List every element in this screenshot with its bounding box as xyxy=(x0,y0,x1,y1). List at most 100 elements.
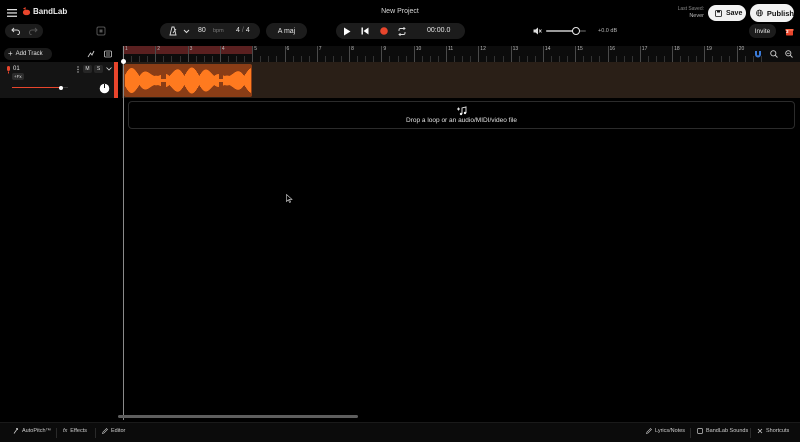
waveform-bar xyxy=(187,70,188,91)
notification-count: 3 xyxy=(786,29,789,34)
plus-icon: + xyxy=(8,49,13,58)
master-volume-handle[interactable] xyxy=(572,27,580,35)
drop-zone[interactable]: Drop a loop or an audio/MIDI/video file xyxy=(128,101,795,129)
record-icon xyxy=(380,27,388,35)
loop-icon[interactable] xyxy=(396,25,408,37)
waveform-bar xyxy=(210,72,211,89)
time-signature-separator: / xyxy=(241,27,244,34)
automation-icon[interactable] xyxy=(85,48,97,60)
waveform-bar xyxy=(171,73,172,88)
waveform-bar xyxy=(181,71,182,90)
timeline-ruler[interactable]: 1 2 3 4 5 6 7 8 9 10 11 12 13 14 15 16 17 18 19 20 xyxy=(122,46,800,62)
waveform-bar xyxy=(225,75,226,86)
speaker-mute-icon[interactable] xyxy=(531,25,543,37)
brand-logo[interactable]: BandLab xyxy=(22,7,67,16)
notifications-button[interactable]: 3 xyxy=(782,24,796,38)
track-more-icon[interactable] xyxy=(75,65,81,74)
ruler-bar-tick xyxy=(510,46,512,62)
time-display[interactable]: 00:00.0 xyxy=(427,27,450,34)
autopitch-button[interactable]: AutoPitch™ xyxy=(13,428,51,434)
waveform-bar xyxy=(220,79,221,82)
save-button[interactable]: Save xyxy=(708,5,746,21)
waveform-bar xyxy=(231,74,232,87)
add-music-note-icon xyxy=(457,106,467,116)
shortcuts-label: Shortcuts xyxy=(766,428,790,434)
magnet-snap-icon[interactable] xyxy=(753,49,763,59)
track-expand-chevron-icon[interactable] xyxy=(105,65,113,73)
waveform-bar xyxy=(166,74,167,87)
ruler-bar-label: 6 xyxy=(286,46,290,52)
audio-region[interactable] xyxy=(124,64,252,97)
track-settings-icon[interactable] xyxy=(102,48,114,60)
zoom-in-icon[interactable] xyxy=(769,49,779,59)
effects-button[interactable]: fx Effects xyxy=(63,428,87,434)
ruler-bar-label: 8 xyxy=(351,46,354,52)
waveform-bar xyxy=(183,74,184,87)
bottom-bar: AutoPitch™ fx Effects Editor Lyrics/Note… xyxy=(0,422,800,442)
track-volume-handle[interactable] xyxy=(59,85,64,90)
pan-knob[interactable] xyxy=(98,82,110,94)
save-icon xyxy=(715,9,722,17)
waveform-bar xyxy=(215,75,216,86)
chevron-down-icon[interactable] xyxy=(181,25,191,37)
divider xyxy=(750,428,751,438)
record-button[interactable] xyxy=(378,25,390,37)
lyrics-notes-button[interactable]: Lyrics/Notes xyxy=(646,428,685,434)
snap-grid-icon[interactable] xyxy=(94,24,108,38)
waveform-bar xyxy=(228,75,229,86)
waveform-bar xyxy=(159,75,160,86)
track-header[interactable]: 01 +Fx M S xyxy=(0,62,118,98)
horizontal-scrollbar[interactable] xyxy=(118,415,358,418)
playhead[interactable] xyxy=(123,46,124,420)
mute-button[interactable]: M xyxy=(83,65,92,73)
waveform-bar xyxy=(250,68,251,93)
shortcuts-button[interactable]: Shortcuts xyxy=(757,428,789,434)
ruler-bar-label: 12 xyxy=(480,46,486,52)
waveform-bar xyxy=(204,69,205,92)
publish-button[interactable]: Publish xyxy=(750,4,794,22)
undo-icon[interactable] xyxy=(9,25,21,37)
ruler-bar-label: 18 xyxy=(674,46,680,52)
time-signature-numerator: 4 xyxy=(236,27,240,34)
waveform-bar xyxy=(248,69,249,92)
time-signature[interactable]: 4 / 4 xyxy=(236,27,250,34)
tempo-value[interactable]: 80 xyxy=(198,27,206,34)
add-fx-button[interactable]: +Fx xyxy=(12,73,24,80)
effects-label: Effects xyxy=(70,428,87,434)
playhead-marker[interactable] xyxy=(121,59,126,64)
mouse-cursor-icon xyxy=(286,193,293,205)
ruler-bar-label: 7 xyxy=(318,46,322,52)
skip-to-start-icon[interactable] xyxy=(359,25,371,37)
master-volume-slider[interactable] xyxy=(546,27,586,35)
track-volume-slider[interactable] xyxy=(12,85,68,90)
bandlab-sounds-button[interactable]: BandLab Sounds xyxy=(697,428,748,434)
redo-icon[interactable] xyxy=(27,25,39,37)
waveform-bar xyxy=(203,70,204,91)
save-label: Save xyxy=(726,9,743,17)
waveform-bar xyxy=(125,74,126,87)
project-title[interactable]: New Project xyxy=(370,8,430,15)
track-name[interactable]: 01 xyxy=(13,66,20,72)
metronome-icon[interactable] xyxy=(166,24,180,38)
editor-button[interactable]: Editor xyxy=(102,428,125,434)
zoom-out-icon[interactable] xyxy=(784,49,794,59)
waveform-bar xyxy=(170,74,171,87)
invite-button[interactable]: Invite xyxy=(749,24,776,38)
solo-button[interactable]: S xyxy=(94,65,103,73)
ruler-bar-tick xyxy=(187,46,189,62)
publish-label: Publish xyxy=(766,8,794,18)
waveform-bar xyxy=(177,69,178,92)
waveform-bar xyxy=(160,74,161,87)
add-track-button[interactable]: + Add Track xyxy=(4,48,52,60)
menu-icon[interactable] xyxy=(6,7,18,19)
play-icon[interactable] xyxy=(341,25,353,37)
waveform-bar xyxy=(195,70,196,91)
waveform-bar xyxy=(241,72,242,89)
waveform-bar xyxy=(237,71,238,90)
ruler-bar-tick xyxy=(381,46,383,62)
solo-label: S xyxy=(96,66,101,72)
waveform-bar xyxy=(155,75,156,86)
waveform-bar xyxy=(154,75,155,86)
key-selector[interactable]: A maj xyxy=(266,23,307,39)
waveform-bar xyxy=(208,70,209,91)
